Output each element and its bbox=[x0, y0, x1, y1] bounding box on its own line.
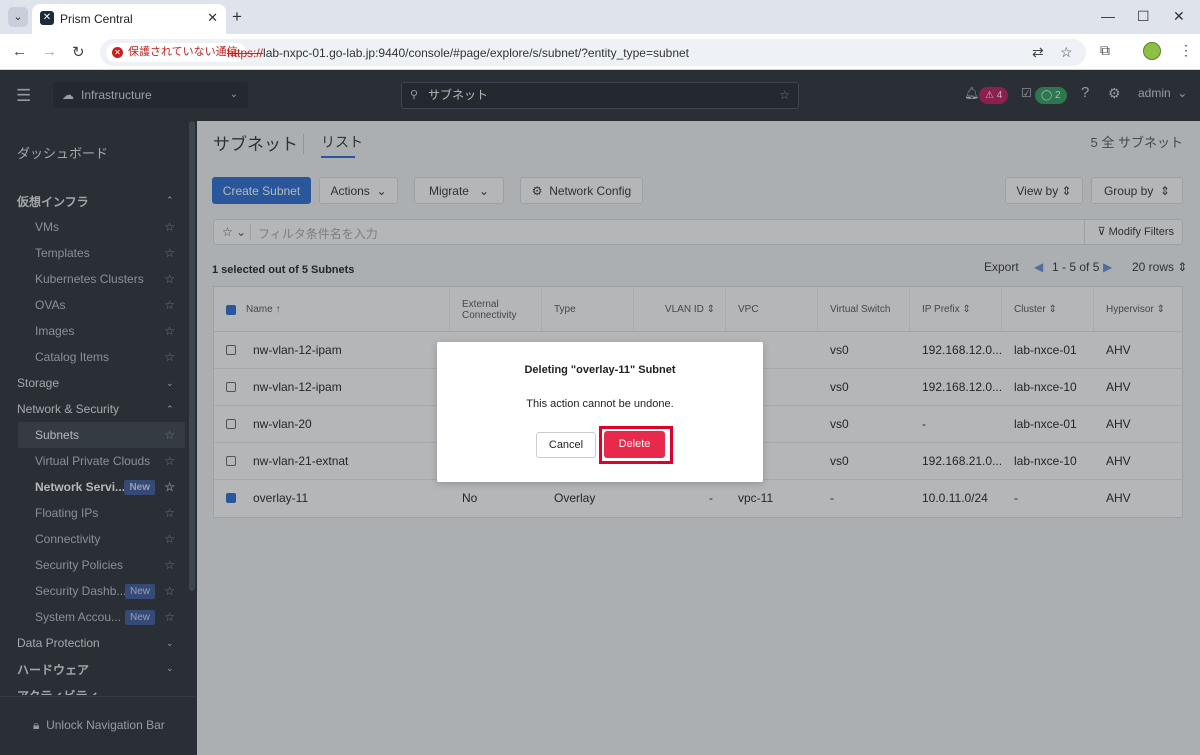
maximize-icon[interactable]: ☐ bbox=[1137, 8, 1150, 25]
profile-avatar[interactable] bbox=[1143, 42, 1161, 60]
prism-favicon-icon: ✕ bbox=[40, 11, 54, 25]
close-tab-icon[interactable]: ✕ bbox=[207, 10, 218, 26]
warning-icon: ✕ bbox=[112, 47, 123, 58]
tab-list-button[interactable]: ⌄ bbox=[8, 7, 28, 27]
browser-tab[interactable]: ✕ Prism Central ✕ bbox=[32, 4, 226, 34]
bookmark-star-icon[interactable]: ☆ bbox=[1060, 44, 1073, 61]
url-field[interactable]: ✕ 保護されていない通信 https://lab-nxpc-01.go-lab.… bbox=[100, 39, 1086, 66]
new-tab-icon[interactable]: + bbox=[232, 7, 242, 27]
back-icon[interactable]: ← bbox=[12, 43, 27, 60]
url-scheme: https:// bbox=[227, 46, 264, 60]
cancel-button[interactable]: Cancel bbox=[536, 432, 596, 458]
close-window-icon[interactable]: ✕ bbox=[1173, 8, 1185, 25]
security-label: 保護されていない通信 bbox=[128, 46, 238, 58]
tab-title: Prism Central bbox=[60, 12, 133, 26]
delete-confirm-dialog: Deleting "overlay-11" Subnet This action… bbox=[437, 342, 763, 482]
url-path: lab-nxpc-01.go-lab.jp:9440/console/#page… bbox=[263, 46, 689, 60]
translate-icon[interactable]: ⇄ bbox=[1032, 44, 1044, 61]
address-bar: ← → ↻ ✕ 保護されていない通信 https://lab-nxpc-01.g… bbox=[0, 34, 1200, 70]
url-text: https://lab-nxpc-01.go-lab.jp:9440/conso… bbox=[227, 46, 689, 60]
reload-icon[interactable]: ↻ bbox=[72, 43, 85, 61]
extensions-icon[interactable]: ⧉ bbox=[1100, 42, 1110, 59]
browser-menu-icon[interactable]: ⋮ bbox=[1179, 42, 1193, 59]
dialog-title: Deleting "overlay-11" Subnet bbox=[524, 364, 676, 376]
forward-icon[interactable]: → bbox=[42, 43, 57, 60]
minimize-icon[interactable]: — bbox=[1101, 8, 1115, 24]
dialog-message: This action cannot be undone. bbox=[526, 398, 674, 410]
browser-tab-strip: ⌄ ✕ Prism Central ✕ + — ☐ ✕ bbox=[0, 0, 1200, 34]
security-indicator[interactable]: ✕ 保護されていない通信 bbox=[106, 43, 246, 62]
delete-button[interactable]: Delete bbox=[604, 431, 665, 458]
